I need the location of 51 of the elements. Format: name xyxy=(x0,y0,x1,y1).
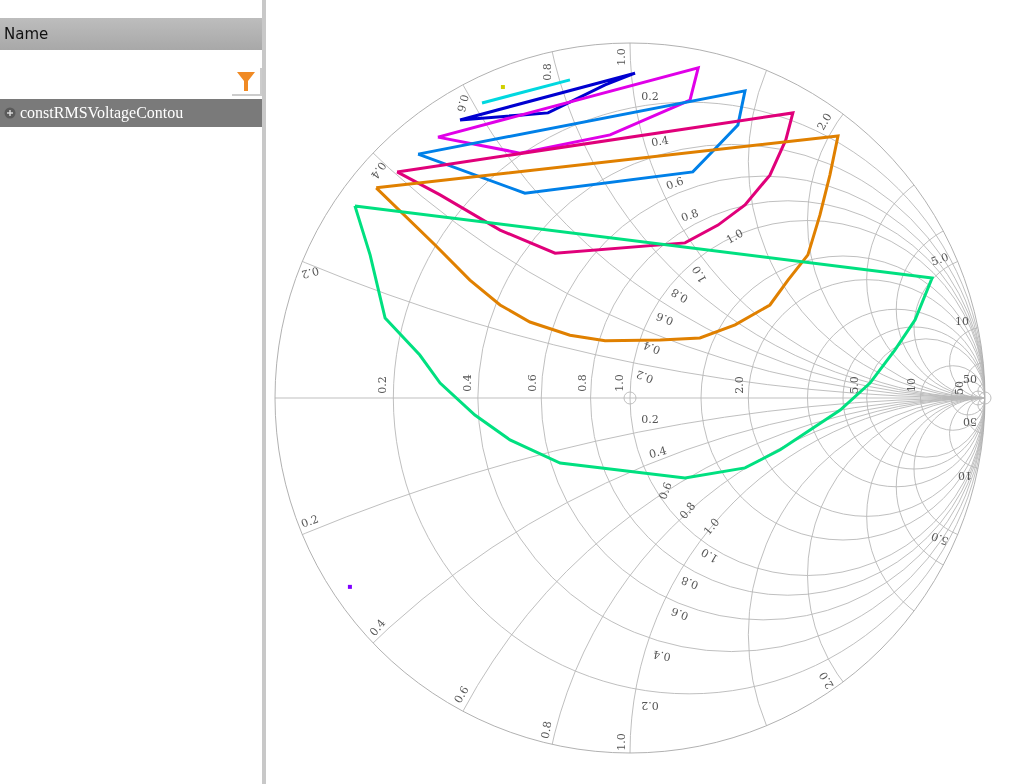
chart-tick-label: 5.0 xyxy=(848,376,861,394)
chart-tick-label: 0.8 xyxy=(576,374,589,392)
chart-tick-label: 0.4 xyxy=(368,159,389,182)
chart-tick-label: 1.0 xyxy=(613,374,626,392)
chart-tick-label: 10 xyxy=(955,315,969,328)
chart-tick-label: 1.0 xyxy=(615,48,628,66)
chart-tick-label: 0.4 xyxy=(461,374,474,392)
chart-tick-label: 0.6 xyxy=(451,683,472,706)
tree-item-label: constRMSVoltageContou xyxy=(20,104,184,122)
chart-tick-label: 0.2 xyxy=(376,376,389,394)
chart-tick-label: 0.8 xyxy=(677,499,699,522)
column-header[interactable]: Name xyxy=(0,18,262,50)
chart-tick-label: 0.8 xyxy=(679,206,701,225)
chart-tick-label: 1.0 xyxy=(615,733,628,751)
tree-item[interactable]: constRMSVoltageContou xyxy=(0,99,262,127)
chart-tick-label: 0.6 xyxy=(453,93,472,114)
chart-tick-label: 0.4 xyxy=(641,338,663,357)
chart-tick-label: 5.0 xyxy=(929,250,951,269)
chart-tick-label: 0.2 xyxy=(300,263,321,282)
chart-tick-label: 0.8 xyxy=(541,63,554,81)
chart-tick-label: 1.0 xyxy=(698,545,721,566)
chart-tick-label: 0.8 xyxy=(538,720,555,740)
chart-tick-label: 1.0 xyxy=(723,226,746,247)
chart-tick-label: 0.8 xyxy=(679,573,701,592)
chart-tick-label: 5.0 xyxy=(929,529,951,548)
chart-tick-label: 10 xyxy=(905,378,918,392)
chart-tick-label: 0.2 xyxy=(641,699,659,712)
chart-tick-label: 0.6 xyxy=(664,174,686,193)
chart-tick-label: 0.4 xyxy=(652,647,672,664)
chart-tick-label: 0.6 xyxy=(526,374,539,392)
chart-tick-label: 1.0 xyxy=(701,515,723,538)
chart-tick-label: 2.0 xyxy=(733,376,746,394)
chart-tick-label: 0.4 xyxy=(650,133,670,150)
chart-tick-label: 0.6 xyxy=(656,480,675,502)
chart-tick-label: 2.0 xyxy=(814,110,835,133)
chart-tick-label: 0.6 xyxy=(669,604,691,623)
chart-tick-label: 0.6 xyxy=(654,309,676,328)
chart-tick-label: 50 xyxy=(963,373,977,386)
chart-tick-label: 0.8 xyxy=(668,285,691,306)
chart-tick-label: 0.2 xyxy=(641,413,659,426)
chart-tick-label: 0.4 xyxy=(367,616,389,639)
chart-tick-label: 0.2 xyxy=(634,367,656,386)
chart-tick-label: 2.0 xyxy=(816,669,837,692)
expand-icon[interactable] xyxy=(4,107,16,119)
chart-tick-label: 0.2 xyxy=(299,512,321,531)
chart-tick-label: 0.4 xyxy=(647,443,668,462)
chart-tick-label: 0.2 xyxy=(641,90,659,103)
chart-tick-label: 1.0 xyxy=(689,263,710,286)
funnel-icon xyxy=(236,70,256,92)
chart-tick-label: 10 xyxy=(958,469,972,482)
chart-tick-label: 50 xyxy=(963,415,977,428)
